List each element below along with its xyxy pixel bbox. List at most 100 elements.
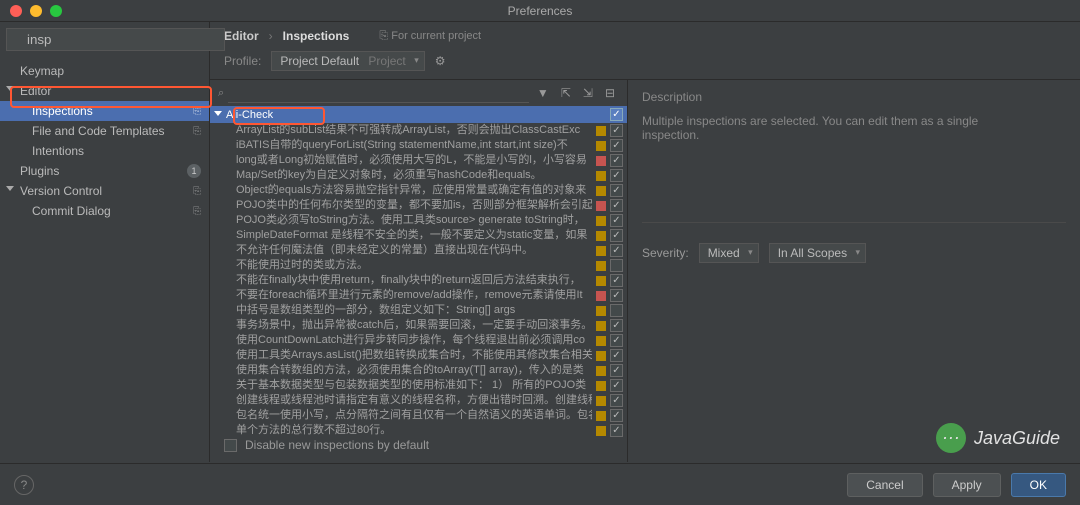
filter-icon[interactable]: ▼ [533, 86, 553, 100]
current-project-icon: ⎘ [193, 206, 201, 217]
inspection-row[interactable]: 包名统一使用小写，点分隔符之间有且仅有一个自然语义的英语单词。包名 ✓ [210, 408, 627, 423]
inspection-row[interactable]: Object的equals方法容易抛空指针异常，应使用常量或确定有值的对象来 ✓ [210, 183, 627, 198]
inspection-checkbox[interactable]: ✓ [610, 214, 623, 227]
inspection-checkbox[interactable]: ✓ [610, 229, 623, 242]
sidebar-item-label: File and Code Templates [32, 124, 165, 138]
wechat-icon [936, 423, 966, 453]
inspection-label: POJO类必须写toString方法。使用工具类source> generate… [236, 213, 592, 228]
sidebar-item-label: Plugins [20, 164, 59, 178]
inspection-row[interactable]: 使用集合转数组的方法，必须使用集合的toArray(T[] array)，传入的… [210, 363, 627, 378]
inspection-checkbox[interactable]: ✓ [610, 289, 623, 302]
inspection-row[interactable]: Map/Set的key为自定义对象时，必须重写hashCode和equals。✓ [210, 168, 627, 183]
warning-icon [596, 381, 606, 391]
inspection-row[interactable]: 不允许任何魔法值（即未经定义的常量）直接出现在代码中。 ✓ [210, 243, 627, 258]
inspection-label: iBATIS自带的queryForList(String statementNa… [236, 138, 592, 153]
ok-button[interactable]: OK [1011, 473, 1066, 497]
inspection-checkbox[interactable]: ✓ [610, 319, 623, 332]
reset-icon[interactable]: ⊟ [601, 86, 619, 100]
expand-icon[interactable]: ⇱ [557, 86, 575, 100]
inspection-checkbox[interactable]: ✓ [610, 154, 623, 167]
chevron-down-icon [6, 186, 14, 191]
inspection-checkbox[interactable]: ✓ [610, 379, 623, 392]
disable-checkbox[interactable] [224, 439, 237, 452]
sidebar-item-label: Inspections [32, 104, 93, 118]
inspection-row[interactable]: SimpleDateFormat 是线程不安全的类，一般不要定义为static变… [210, 228, 627, 243]
group-checkbox[interactable]: ✓ [610, 108, 623, 121]
project-icon: ⎘ [379, 30, 388, 42]
profile-bar: Profile: Project Default Project ⚙ [210, 47, 1080, 79]
sidebar-item-plugins[interactable]: Plugins1 [0, 161, 209, 181]
inspection-checkbox[interactable]: ✓ [610, 409, 623, 422]
scope-combo[interactable]: In All Scopes [769, 243, 866, 263]
inspection-label: 不允许任何魔法值（即未经定义的常量）直接出现在代码中。 [236, 243, 592, 258]
inspection-row[interactable]: 使用CountDownLatch进行异步转同步操作，每个线程退出前必须调用co✓ [210, 333, 627, 348]
sidebar-item-version-control[interactable]: Version Control⎘ [0, 181, 209, 201]
inspection-checkbox[interactable] [610, 259, 623, 272]
error-icon [596, 291, 606, 301]
inspection-row[interactable]: 不能使用过时的类或方法。 [210, 258, 627, 273]
inspection-checkbox[interactable]: ✓ [610, 199, 623, 212]
sidebar-item-commit-dialog[interactable]: Commit Dialog⎘ [0, 201, 209, 221]
profile-label: Profile: [224, 54, 261, 68]
breadcrumb-root[interactable]: Editor [224, 29, 259, 43]
severity-combo[interactable]: Mixed [699, 243, 759, 263]
warning-icon [596, 171, 606, 181]
inspection-row[interactable]: 单个方法的总行数不超过80行。✓ [210, 423, 627, 438]
inspection-label: 包名统一使用小写，点分隔符之间有且仅有一个自然语义的英语单词。包名 [236, 408, 592, 423]
sidebar-item-file-and-code-templates[interactable]: File and Code Templates⎘ [0, 121, 209, 141]
warning-icon [596, 366, 606, 376]
inspection-checkbox[interactable]: ✓ [610, 169, 623, 182]
warning-icon [596, 336, 606, 346]
inspection-checkbox[interactable]: ✓ [610, 244, 623, 257]
disable-new-row[interactable]: Disable new inspections by default [224, 438, 429, 452]
sidebar-item-keymap[interactable]: Keymap [0, 61, 209, 81]
warning-icon [596, 126, 606, 136]
inspection-row[interactable]: 关于基本数据类型与包装数据类型的使用标准如下： 1） 所有的POJO类 ✓ [210, 378, 627, 393]
inspection-label: POJO类中的任何布尔类型的变量，都不要加is，否则部分框架解析会引起 [236, 198, 592, 213]
inspection-checkbox[interactable]: ✓ [610, 364, 623, 377]
inspection-group[interactable]: Ali-Check ✓ [210, 106, 627, 123]
inspection-row[interactable]: iBATIS自带的queryForList(String statementNa… [210, 138, 627, 153]
collapse-icon[interactable]: ⇲ [579, 86, 597, 100]
sidebar-item-inspections[interactable]: Inspections ⎘ [0, 101, 209, 121]
inspection-row[interactable]: 使用工具类Arrays.asList()把数组转换成集合时，不能使用其修改集合相… [210, 348, 627, 363]
inspection-checkbox[interactable]: ✓ [610, 334, 623, 347]
inspection-checkbox[interactable]: ✓ [610, 124, 623, 137]
inspection-row[interactable]: 中括号是数组类型的一部分，数组定义如下：String[] args [210, 303, 627, 318]
profile-combo[interactable]: Project Default Project [271, 51, 424, 71]
inspection-row[interactable]: POJO类中的任何布尔类型的变量，都不要加is，否则部分框架解析会引起 ✓ [210, 198, 627, 213]
search-input[interactable] [6, 28, 225, 51]
cancel-button[interactable]: Cancel [847, 473, 922, 497]
inspection-checkbox[interactable]: ✓ [610, 184, 623, 197]
warning-icon [596, 321, 606, 331]
inspection-row[interactable]: 创建线程或线程池时请指定有意义的线程名称，方便出错时回溯。创建线程✓ [210, 393, 627, 408]
inspection-label: long或者Long初始赋值时，必须使用大写的L，不能是小写的l，小写容易 [236, 153, 592, 168]
inspection-row[interactable]: 不能在finally块中使用return，finally块中的return返回后… [210, 273, 627, 288]
inspection-row[interactable]: ArrayList的subList结果不可强转成ArrayList，否则会抛出C… [210, 123, 627, 138]
inspection-row[interactable]: 不要在foreach循环里进行元素的remove/add操作，remove元素请… [210, 288, 627, 303]
inspection-checkbox[interactable]: ✓ [610, 349, 623, 362]
inspection-row[interactable]: 事务场景中，抛出异常被catch后，如果需要回滚，一定要手动回滚事务。✓ [210, 318, 627, 333]
filter-input[interactable] [228, 83, 529, 103]
sidebar-item-editor[interactable]: Editor [0, 81, 209, 101]
current-project-icon: ⎘ [193, 106, 201, 117]
help-button[interactable]: ? [14, 475, 34, 495]
inspection-checkbox[interactable]: ✓ [610, 274, 623, 287]
inspection-checkbox[interactable] [610, 304, 623, 317]
sidebar-item-intentions[interactable]: Intentions [0, 141, 209, 161]
inspection-row[interactable]: POJO类必须写toString方法。使用工具类source> generate… [210, 213, 627, 228]
inspection-label: 关于基本数据类型与包装数据类型的使用标准如下： 1） 所有的POJO类 [236, 378, 592, 393]
inspection-group-label: Ali-Check [226, 109, 273, 121]
warning-icon [596, 426, 606, 436]
divider [642, 222, 1066, 223]
inspection-label: Object的equals方法容易抛空指针异常，应使用常量或确定有值的对象来 [236, 183, 592, 198]
sidebar-item-label: Keymap [20, 64, 64, 78]
inspection-checkbox[interactable]: ✓ [610, 424, 623, 437]
inspection-checkbox[interactable]: ✓ [610, 139, 623, 152]
inspection-label: ArrayList的subList结果不可强转成ArrayList，否则会抛出C… [236, 123, 592, 138]
warning-icon [596, 351, 606, 361]
gear-icon[interactable]: ⚙ [435, 54, 446, 68]
inspection-row[interactable]: long或者Long初始赋值时，必须使用大写的L，不能是小写的l，小写容易 ✓ [210, 153, 627, 168]
apply-button[interactable]: Apply [933, 473, 1001, 497]
inspection-checkbox[interactable]: ✓ [610, 394, 623, 407]
